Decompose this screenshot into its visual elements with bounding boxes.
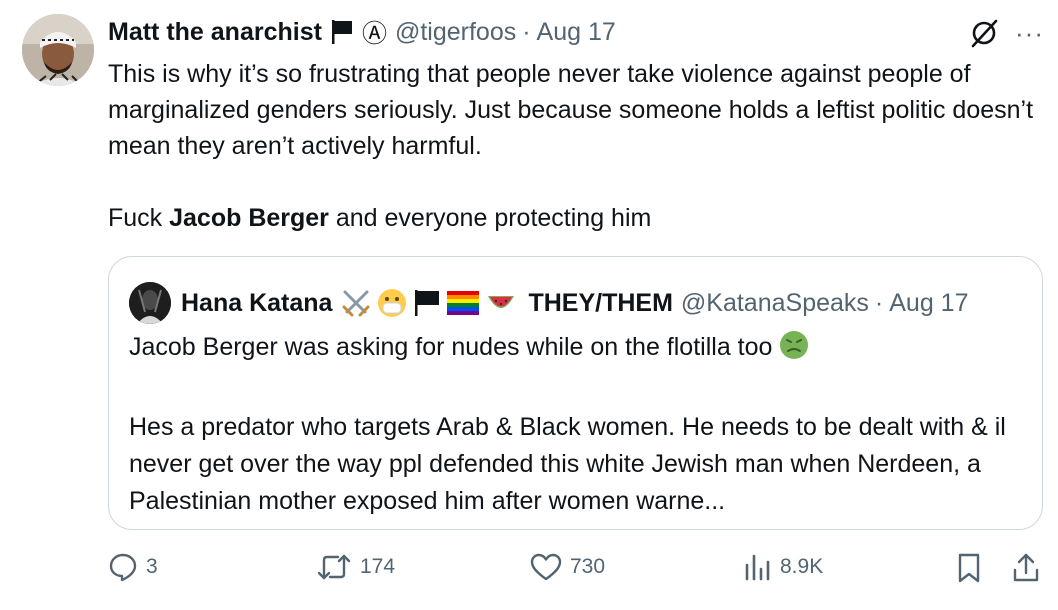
rainbow-flag-icon	[447, 291, 480, 315]
watermelon-icon	[488, 296, 515, 308]
reply-count: 3	[146, 555, 158, 578]
quoted-tweet[interactable]: Hana Katana THEY/THEM @KatanaSpeaks · Au…	[108, 256, 1043, 530]
tweet-text-bold: Jacob Berger	[169, 204, 329, 232]
author-avatar[interactable]	[22, 14, 94, 86]
mask-face-icon	[378, 289, 407, 317]
quote-handle: @KatanaSpeaks	[680, 288, 869, 317]
more-options-icon[interactable]: ···	[1015, 20, 1044, 46]
tweet-top-actions: ···	[967, 16, 1044, 50]
tweet-date[interactable]: Aug 17	[537, 18, 616, 47]
share-button[interactable]	[1012, 552, 1040, 584]
bookmark-icon	[958, 553, 980, 583]
tweet-text-prefix: Fuck	[108, 204, 170, 232]
repost-icon	[317, 554, 351, 580]
quote-name-emojis	[340, 287, 518, 319]
crossed-swords-icon	[342, 290, 370, 317]
separator: ·	[522, 17, 531, 46]
quote-paragraph-2: Hes a predator who targets Arab & Black …	[129, 413, 1006, 515]
tweet-paragraph-2: Fuck Jacob Berger and everyone protectin…	[108, 200, 1048, 236]
like-button[interactable]: 730	[530, 552, 605, 582]
heart-icon	[530, 553, 562, 581]
black-flag-icon	[415, 290, 440, 316]
author-avatar-image	[22, 14, 94, 86]
tweet-paragraph-1: This is why it’s so frustrating that peo…	[108, 60, 1034, 160]
tweet-text-suffix: and everyone protecting him	[328, 204, 652, 232]
repost-button[interactable]: 174	[316, 552, 395, 582]
views-icon	[745, 554, 770, 581]
quote-text: Jacob Berger was asking for nudes while …	[129, 329, 1029, 520]
quote-date: Aug 17	[889, 288, 969, 317]
quote-paragraph-1: Jacob Berger was asking for nudes while …	[129, 329, 1029, 372]
anarchy-symbol: Ⓐ	[361, 20, 387, 48]
quote-paragraph-1-text: Jacob Berger was asking for nudes while …	[129, 333, 773, 361]
quote-author-name: Hana Katana	[181, 288, 333, 317]
quote-pronouns: THEY/THEM	[528, 288, 673, 317]
quote-separator: ·	[874, 288, 884, 317]
reply-button[interactable]: 3	[108, 552, 158, 582]
quote-author-avatar	[129, 282, 171, 324]
author-name[interactable]: Matt the anarchist	[108, 18, 322, 47]
action-bar: 3 174 730 8.9K	[0, 552, 1058, 592]
bookmark-button[interactable]	[956, 552, 982, 584]
like-count: 730	[570, 555, 606, 578]
nauseated-face-icon	[778, 329, 810, 372]
views-count: 8.9K	[780, 555, 824, 578]
author-handle[interactable]: @tigerfoos	[395, 18, 516, 47]
reply-icon	[109, 553, 137, 582]
black-flag-icon	[330, 19, 354, 45]
tweet-header: Matt the anarchist Ⓐ @tigerfoos · Aug 17	[108, 15, 616, 49]
grok-icon[interactable]	[967, 16, 1001, 50]
quote-header: Hana Katana THEY/THEM @KatanaSpeaks · Au…	[181, 283, 969, 323]
tweet-text: This is why it’s so frustrating that peo…	[108, 56, 1048, 236]
views-button[interactable]: 8.9K	[744, 552, 823, 582]
repost-count: 174	[360, 555, 396, 578]
share-icon	[1013, 553, 1039, 582]
